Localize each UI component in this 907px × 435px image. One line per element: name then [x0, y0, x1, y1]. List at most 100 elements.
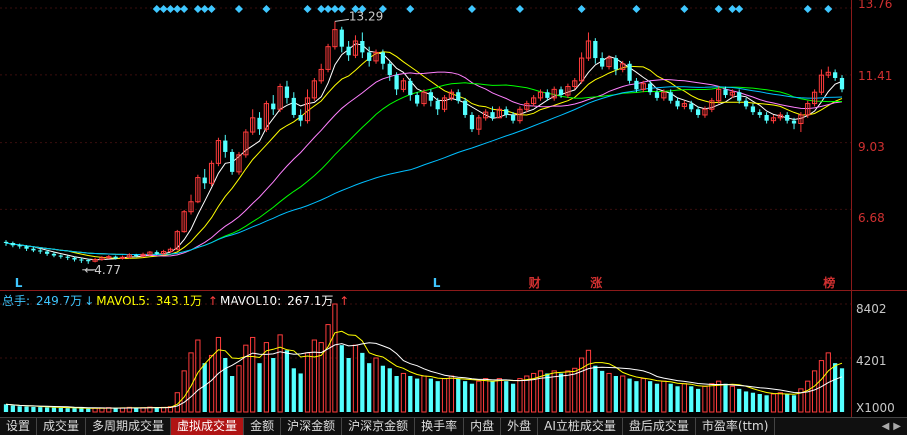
volume-bar-down: [223, 358, 228, 412]
candle-body-down: [10, 243, 15, 246]
tab-amount[interactable]: 金额: [244, 418, 282, 435]
candle-body-down: [558, 89, 564, 96]
volume-bar-up: [441, 378, 448, 413]
candle-body-down: [764, 114, 769, 121]
volume-bar-down: [79, 408, 84, 412]
low-annotation: ←4.77: [84, 263, 121, 277]
volume-bar-up: [496, 378, 503, 413]
candle-body-down: [257, 117, 262, 130]
candle-body-down: [833, 72, 838, 78]
candle-body-down: [79, 259, 84, 261]
candle-body-down: [44, 251, 50, 254]
volume-bar-down: [757, 394, 762, 412]
volume-bar-up: [373, 357, 379, 413]
volume-bar-up: [352, 344, 359, 413]
volume-bar-down: [17, 406, 22, 412]
scroll-left-icon[interactable]: ◀: [882, 421, 890, 432]
volume-bar-up: [661, 380, 667, 413]
volume-bar-down: [360, 352, 365, 412]
tab-multi-period-volume[interactable]: 多周期成交量: [86, 418, 172, 435]
candle-body-down: [134, 254, 139, 257]
volume-bar-up: [729, 385, 735, 413]
candle-body-down: [593, 40, 598, 59]
volume-bar-down: [737, 388, 742, 412]
volume-bar-up: [565, 370, 571, 413]
volume-bar-up: [709, 383, 715, 413]
candle-body-down: [757, 112, 762, 115]
candle-body-down: [743, 100, 749, 107]
scroll-right-icon[interactable]: ▶: [893, 421, 901, 432]
candle-body-down: [668, 92, 673, 101]
volume-bar-down: [785, 394, 790, 412]
volume-bar-down: [839, 368, 845, 412]
candle-body-down: [695, 109, 701, 115]
tab-settings[interactable]: 设置: [0, 418, 38, 435]
volume-bar-up: [476, 380, 482, 413]
volume-bar-down: [627, 378, 632, 412]
signal-diamond-icon: [324, 5, 333, 13]
volume-bar-down: [134, 407, 139, 412]
volume-bar-down: [545, 373, 550, 412]
candle-body-down: [435, 100, 440, 110]
signal-diamond-icon: [467, 5, 476, 13]
volume-bar-down: [593, 365, 598, 412]
volume-chart[interactable]: [0, 290, 851, 417]
candle-body-down: [428, 92, 433, 101]
price-chart[interactable]: 13.29 ←4.77 L L 财 涨 榜: [0, 0, 851, 290]
signal-diamond-icon: [193, 5, 202, 13]
price-axis-label: 6.68: [858, 211, 885, 225]
tab-pe-ttm[interactable]: 市盈率(ttm): [696, 418, 776, 435]
candle-body-down: [462, 100, 468, 115]
candle-body-down: [689, 103, 694, 110]
tab-after-hours-volume[interactable]: 盘后成交量: [623, 418, 696, 435]
candle-body-down: [339, 29, 344, 47]
volume-bar-up: [811, 370, 818, 413]
tab-volume[interactable]: 成交量: [37, 418, 87, 435]
volume-bar-up: [640, 378, 646, 413]
tab-sh-sz-amount[interactable]: 沪深金额: [281, 418, 343, 435]
tab-turnover-rate[interactable]: 换手率: [415, 418, 465, 435]
candle-body-down: [613, 58, 618, 70]
volume-bar-down: [833, 363, 838, 412]
candle-body-down: [785, 114, 790, 121]
tab-scroll-controls: ◀ ▶: [882, 418, 907, 435]
candle-body-down: [298, 114, 303, 121]
signal-diamond-icon: [803, 5, 812, 13]
volume-bar-down: [72, 408, 77, 412]
event-marker: L: [433, 276, 441, 290]
volume-axis: 8402 4201 X1000: [851, 290, 907, 417]
candle-body-down: [750, 106, 756, 113]
volume-bar-down: [154, 407, 159, 412]
volume-bar-down: [723, 383, 728, 412]
volume-bar-down: [202, 363, 207, 412]
volume-bar-down: [346, 358, 351, 412]
volume-bar-down: [38, 407, 43, 412]
volume-bar-down: [504, 381, 509, 412]
volume-bar-down: [743, 391, 749, 412]
volume-bar-down: [380, 365, 386, 412]
signal-diamond-icon: [680, 5, 689, 13]
volume-bar-down: [490, 381, 495, 412]
signal-diamond-icon: [152, 5, 161, 13]
tab-sh-sz-bj-amount[interactable]: 沪深京金额: [342, 418, 416, 435]
candle-body-down: [648, 83, 653, 93]
volume-bar-down: [668, 383, 673, 412]
tab-outer-volume[interactable]: 外盘: [501, 418, 539, 435]
volume-bar-down: [51, 407, 57, 412]
volume-bar-up: [263, 342, 270, 413]
volume-bar-down: [428, 378, 433, 412]
tab-virtual-volume[interactable]: 虚拟成交量: [171, 418, 245, 435]
volume-bar-down: [339, 345, 344, 412]
signal-diamond-icon: [330, 5, 339, 13]
tab-inner-volume[interactable]: 内盘: [464, 418, 502, 435]
volume-bar-down: [24, 406, 29, 412]
volume-bar-up: [777, 392, 783, 413]
tab-ai-volume[interactable]: AI立桩成交量: [538, 418, 623, 435]
candle-body-down: [3, 241, 9, 244]
signal-diamond-icon: [735, 5, 744, 13]
volume-bar-down: [689, 386, 694, 412]
candle-body-down: [58, 255, 63, 257]
volume-bar-up: [311, 339, 317, 413]
volume-bar-down: [408, 376, 413, 412]
volume-bar-up: [770, 393, 777, 413]
